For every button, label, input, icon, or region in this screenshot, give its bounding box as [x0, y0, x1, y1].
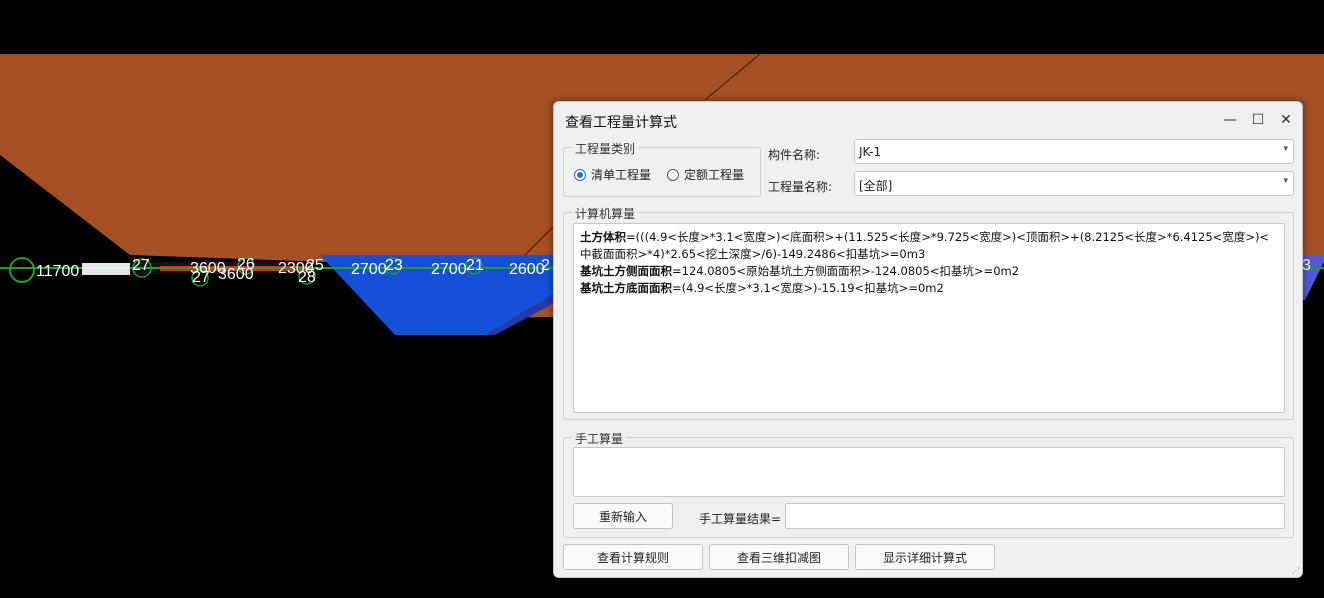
component-name-select[interactable]: JK-1 ▾: [854, 139, 1294, 164]
formula-textarea[interactable]: 土方体积=(((4.9<长度>*3.1<宽度>)<底面积>+(11.525<长度…: [573, 223, 1285, 413]
radio-label: 定额工程量: [684, 168, 745, 182]
quantity-name-value: [全部]: [859, 179, 893, 193]
show-detail-formula-button[interactable]: 显示详细计算式: [855, 544, 995, 570]
radio-label: 清单工程量: [591, 168, 652, 182]
radio-selected-icon[interactable]: [574, 168, 586, 181]
manual-calc-legend: 手工算量: [572, 430, 627, 447]
reenter-button[interactable]: 重新输入: [573, 503, 673, 529]
dim-label: 11700: [36, 263, 80, 280]
dim-label: 27: [192, 269, 210, 286]
dim-label: 2600: [509, 261, 545, 278]
dim-label: 2700: [431, 261, 467, 278]
computer-calc-legend: 计算机算量: [572, 205, 639, 222]
dim-label: 2: [541, 257, 550, 274]
dim-label: 21: [466, 257, 484, 274]
overlapping-labels: [82, 263, 130, 275]
radio-unselected-icon[interactable]: [667, 168, 679, 181]
quantity-name-label: 工程量名称:: [768, 180, 833, 194]
dim-label: 3: [1302, 257, 1311, 274]
chevron-down-icon: ▾: [1283, 176, 1288, 186]
quantity-name-select[interactable]: [全部] ▾: [854, 171, 1294, 196]
formula-line: 基坑土方侧面面积=124.0805<原始基坑土方侧面面积>-124.0805<扣…: [580, 264, 1020, 278]
dim-label: 3600: [218, 266, 254, 283]
dim-label: 28: [298, 269, 316, 286]
radio-quota-quantity[interactable]: 定额工程量: [667, 166, 744, 183]
formula-line: 土方体积=(((4.9<长度>*3.1<宽度>)<底面积>+(11.525<长度…: [580, 230, 1270, 261]
manual-result-field[interactable]: [785, 503, 1285, 529]
radio-bill-quantity[interactable]: 清单工程量: [574, 166, 651, 183]
component-name-value: JK-1: [859, 145, 882, 159]
view-3d-deduction-button[interactable]: 查看三维扣减图: [709, 544, 849, 570]
minimize-icon[interactable]: —: [1218, 110, 1242, 130]
resize-grip-icon[interactable]: ⋰: [1292, 566, 1300, 575]
dialog-titlebar[interactable]: 查看工程量计算式 — ☐ ✕: [554, 102, 1302, 138]
computer-calc-group: 计算机算量 土方体积=(((4.9<长度>*3.1<宽度>)<底面积>+(11.…: [563, 205, 1294, 420]
formula-line: 基坑土方底面面积=(4.9<长度>*3.1<宽度>)-15.19<扣基坑>=0m…: [580, 281, 944, 295]
category-group: 工程量类别 清单工程量 定额工程量: [563, 140, 761, 197]
chevron-down-icon: ▾: [1283, 144, 1288, 154]
manual-input-textarea[interactable]: [573, 447, 1285, 497]
dim-label: 27: [132, 257, 150, 274]
view-rules-button[interactable]: 查看计算规则: [563, 544, 703, 570]
top-black-band: [0, 0, 1324, 54]
manual-result-label: 手工算量结果=: [699, 512, 782, 526]
category-legend: 工程量类别: [572, 140, 639, 157]
close-icon[interactable]: ✕: [1274, 110, 1298, 130]
dim-label: 23: [385, 257, 403, 274]
maximize-icon[interactable]: ☐: [1246, 110, 1270, 130]
axis-marker: [9, 257, 35, 283]
component-name-label: 构件名称:: [768, 148, 821, 162]
quantity-formula-dialog: 查看工程量计算式 — ☐ ✕ 工程量类别 清单工程量 定额工程量 构件名称: J…: [553, 101, 1303, 578]
dialog-title: 查看工程量计算式: [565, 115, 677, 131]
manual-calc-group: 手工算量 重新输入 手工算量结果=: [563, 430, 1294, 538]
dim-label: 2700: [351, 261, 387, 278]
